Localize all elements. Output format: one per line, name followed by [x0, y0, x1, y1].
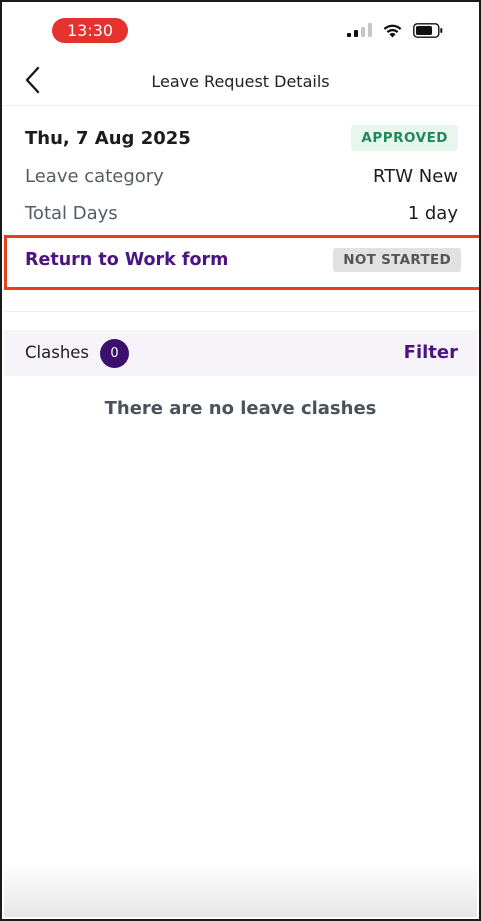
- rtw-status-badge: NOT STARTED: [333, 248, 461, 272]
- page-title: Leave Request Details: [151, 72, 330, 91]
- nav-bar: Leave Request Details: [2, 52, 479, 106]
- app-screen: 13:30 Leave Request Details Thu, 7 Aug 2…: [0, 0, 481, 921]
- total-days-value: 1 day: [407, 202, 458, 224]
- divider: [4, 311, 477, 312]
- clashes-count-badge: 0: [100, 339, 129, 368]
- return-to-work-link[interactable]: Return to Work form: [25, 250, 228, 270]
- filter-button[interactable]: Filter: [404, 342, 458, 363]
- status-bar: 13:30: [2, 2, 479, 52]
- total-days-label: Total Days: [25, 202, 118, 224]
- leave-date: Thu, 7 Aug 2025: [25, 127, 191, 149]
- status-icons: [347, 22, 443, 38]
- total-days-row: Total Days 1 day: [25, 198, 458, 228]
- leave-date-row: Thu, 7 Aug 2025 APPROVED: [25, 122, 458, 154]
- bottom-fade: [4, 862, 477, 917]
- signal-icon: [347, 23, 372, 37]
- wifi-icon: [383, 24, 402, 38]
- clashes-bar: Clashes 0 Filter: [4, 330, 477, 376]
- return-to-work-row[interactable]: Return to Work form NOT STARTED: [4, 235, 479, 290]
- leave-category-value: RTW New: [373, 165, 458, 187]
- status-badge: APPROVED: [351, 125, 458, 151]
- clashes-label: Clashes: [25, 343, 90, 362]
- leave-category-label: Leave category: [25, 165, 164, 187]
- no-clashes-message: There are no leave clashes: [104, 398, 377, 419]
- battery-icon: [413, 22, 443, 38]
- leave-category-row: Leave category RTW New: [25, 161, 458, 191]
- status-time: 13:30: [52, 18, 128, 43]
